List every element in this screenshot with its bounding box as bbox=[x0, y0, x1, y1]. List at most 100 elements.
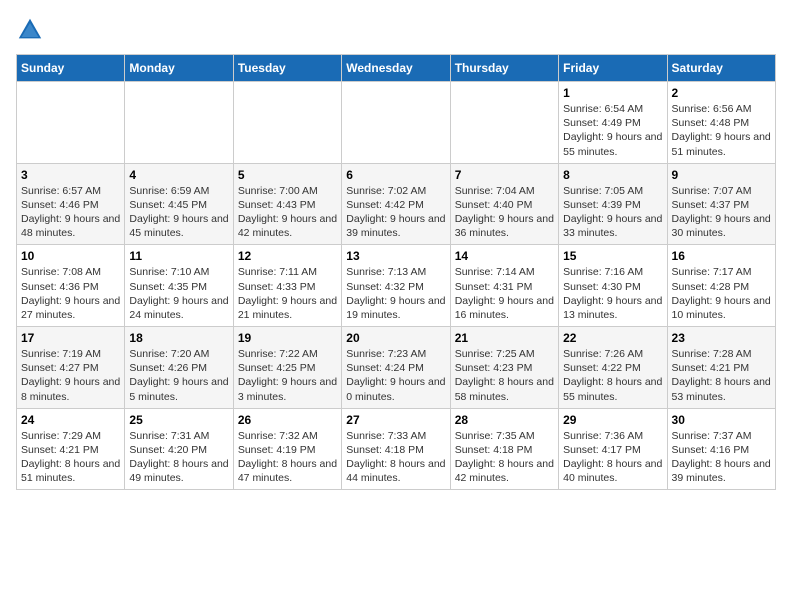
day-info: Sunrise: 7:17 AM Sunset: 4:28 PM Dayligh… bbox=[672, 266, 771, 321]
day-number: 13 bbox=[346, 249, 445, 263]
day-cell: 11 Sunrise: 7:10 AM Sunset: 4:35 PM Dayli… bbox=[125, 245, 233, 327]
day-cell: 10 Sunrise: 7:08 AM Sunset: 4:36 PM Dayli… bbox=[17, 245, 125, 327]
day-cell: 30 Sunrise: 7:37 AM Sunset: 4:16 PM Dayli… bbox=[667, 408, 775, 490]
day-cell: 3 Sunrise: 6:57 AM Sunset: 4:46 PM Daylig… bbox=[17, 163, 125, 245]
day-cell: 15 Sunrise: 7:16 AM Sunset: 4:30 PM Dayli… bbox=[559, 245, 667, 327]
day-info: Sunrise: 6:54 AM Sunset: 4:49 PM Dayligh… bbox=[563, 103, 662, 158]
day-number: 28 bbox=[455, 413, 554, 427]
logo-icon bbox=[16, 16, 44, 44]
day-cell: 20 Sunrise: 7:23 AM Sunset: 4:24 PM Dayli… bbox=[342, 327, 450, 409]
day-info: Sunrise: 7:02 AM Sunset: 4:42 PM Dayligh… bbox=[346, 185, 445, 240]
day-info: Sunrise: 7:14 AM Sunset: 4:31 PM Dayligh… bbox=[455, 266, 554, 321]
weekday-header-row: SundayMondayTuesdayWednesdayThursdayFrid… bbox=[17, 55, 776, 82]
day-number: 11 bbox=[129, 249, 228, 263]
logo bbox=[16, 16, 48, 44]
day-cell: 6 Sunrise: 7:02 AM Sunset: 4:42 PM Daylig… bbox=[342, 163, 450, 245]
day-info: Sunrise: 7:32 AM Sunset: 4:19 PM Dayligh… bbox=[238, 430, 337, 485]
day-number: 24 bbox=[21, 413, 120, 427]
day-number: 25 bbox=[129, 413, 228, 427]
day-number: 18 bbox=[129, 331, 228, 345]
day-cell bbox=[125, 82, 233, 164]
day-cell: 26 Sunrise: 7:32 AM Sunset: 4:19 PM Dayli… bbox=[233, 408, 341, 490]
day-info: Sunrise: 7:19 AM Sunset: 4:27 PM Dayligh… bbox=[21, 348, 120, 403]
day-number: 29 bbox=[563, 413, 662, 427]
day-cell: 19Sunrise: 7:22 AM Sunset: 4:25 PM Dayli… bbox=[233, 327, 341, 409]
day-number: 6 bbox=[346, 168, 445, 182]
day-number: 4 bbox=[129, 168, 228, 182]
day-info: Sunrise: 7:23 AM Sunset: 4:24 PM Dayligh… bbox=[346, 348, 445, 403]
day-cell: 23 Sunrise: 7:28 AM Sunset: 4:21 PM Dayli… bbox=[667, 327, 775, 409]
weekday-header-sunday: Sunday bbox=[17, 55, 125, 82]
day-number: 3 bbox=[21, 168, 120, 182]
day-number: 15 bbox=[563, 249, 662, 263]
day-cell: 12Sunrise: 7:11 AM Sunset: 4:33 PM Dayli… bbox=[233, 245, 341, 327]
day-number: 14 bbox=[455, 249, 554, 263]
day-cell: 5 Sunrise: 7:00 AM Sunset: 4:43 PM Daylig… bbox=[233, 163, 341, 245]
day-number: 7 bbox=[455, 168, 554, 182]
day-info: Sunrise: 7:16 AM Sunset: 4:30 PM Dayligh… bbox=[563, 266, 662, 321]
day-number: 19 bbox=[238, 331, 337, 345]
page-header bbox=[16, 16, 776, 44]
weekday-header-thursday: Thursday bbox=[450, 55, 558, 82]
day-info: Sunrise: 7:31 AM Sunset: 4:20 PM Dayligh… bbox=[129, 430, 228, 485]
day-cell bbox=[450, 82, 558, 164]
day-cell: 22 Sunrise: 7:26 AM Sunset: 4:22 PM Dayli… bbox=[559, 327, 667, 409]
day-number: 9 bbox=[672, 168, 771, 182]
calendar-table: SundayMondayTuesdayWednesdayThursdayFrid… bbox=[16, 54, 776, 490]
day-number: 5 bbox=[238, 168, 337, 182]
day-number: 16 bbox=[672, 249, 771, 263]
day-info: Sunrise: 7:33 AM Sunset: 4:18 PM Dayligh… bbox=[346, 430, 445, 485]
day-info: Sunrise: 7:00 AM Sunset: 4:43 PM Dayligh… bbox=[238, 185, 337, 240]
day-cell: 28 Sunrise: 7:35 AM Sunset: 4:18 PM Dayli… bbox=[450, 408, 558, 490]
day-cell: 25 Sunrise: 7:31 AM Sunset: 4:20 PM Dayli… bbox=[125, 408, 233, 490]
day-number: 26 bbox=[238, 413, 337, 427]
day-number: 21 bbox=[455, 331, 554, 345]
day-info: Sunrise: 7:04 AM Sunset: 4:40 PM Dayligh… bbox=[455, 185, 554, 240]
day-number: 20 bbox=[346, 331, 445, 345]
day-cell: 29 Sunrise: 7:36 AM Sunset: 4:17 PM Dayli… bbox=[559, 408, 667, 490]
week-row-4: 24 Sunrise: 7:29 AM Sunset: 4:21 PM Dayli… bbox=[17, 408, 776, 490]
day-info: Sunrise: 6:59 AM Sunset: 4:45 PM Dayligh… bbox=[129, 185, 228, 240]
day-info: Sunrise: 7:35 AM Sunset: 4:18 PM Dayligh… bbox=[455, 430, 554, 485]
day-info: Sunrise: 7:36 AM Sunset: 4:17 PM Dayligh… bbox=[563, 430, 662, 485]
day-cell: 2 Sunrise: 6:56 AM Sunset: 4:48 PM Daylig… bbox=[667, 82, 775, 164]
day-number: 23 bbox=[672, 331, 771, 345]
day-number: 17 bbox=[21, 331, 120, 345]
day-cell: 16 Sunrise: 7:17 AM Sunset: 4:28 PM Dayli… bbox=[667, 245, 775, 327]
week-row-0: 1Sunrise: 6:54 AM Sunset: 4:49 PM Daylig… bbox=[17, 82, 776, 164]
day-cell: 13Sunrise: 7:13 AM Sunset: 4:32 PM Dayli… bbox=[342, 245, 450, 327]
day-cell: 1Sunrise: 6:54 AM Sunset: 4:49 PM Daylig… bbox=[559, 82, 667, 164]
weekday-header-wednesday: Wednesday bbox=[342, 55, 450, 82]
day-cell: 27 Sunrise: 7:33 AM Sunset: 4:18 PM Dayli… bbox=[342, 408, 450, 490]
day-info: Sunrise: 7:25 AM Sunset: 4:23 PM Dayligh… bbox=[455, 348, 554, 403]
day-cell: 21 Sunrise: 7:25 AM Sunset: 4:23 PM Dayli… bbox=[450, 327, 558, 409]
day-cell: 18 Sunrise: 7:20 AM Sunset: 4:26 PM Dayli… bbox=[125, 327, 233, 409]
day-number: 27 bbox=[346, 413, 445, 427]
day-number: 22 bbox=[563, 331, 662, 345]
day-info: Sunrise: 7:26 AM Sunset: 4:22 PM Dayligh… bbox=[563, 348, 662, 403]
day-info: Sunrise: 7:37 AM Sunset: 4:16 PM Dayligh… bbox=[672, 430, 771, 485]
day-cell: 17 Sunrise: 7:19 AM Sunset: 4:27 PM Dayli… bbox=[17, 327, 125, 409]
day-cell: 14 Sunrise: 7:14 AM Sunset: 4:31 PM Dayli… bbox=[450, 245, 558, 327]
day-cell: 8Sunrise: 7:05 AM Sunset: 4:39 PM Daylig… bbox=[559, 163, 667, 245]
weekday-header-monday: Monday bbox=[125, 55, 233, 82]
day-info: Sunrise: 6:57 AM Sunset: 4:46 PM Dayligh… bbox=[21, 185, 120, 240]
week-row-1: 3 Sunrise: 6:57 AM Sunset: 4:46 PM Daylig… bbox=[17, 163, 776, 245]
day-info: Sunrise: 7:10 AM Sunset: 4:35 PM Dayligh… bbox=[129, 266, 228, 321]
day-info: Sunrise: 7:08 AM Sunset: 4:36 PM Dayligh… bbox=[21, 266, 120, 321]
day-info: Sunrise: 6:56 AM Sunset: 4:48 PM Dayligh… bbox=[672, 103, 771, 158]
weekday-header-friday: Friday bbox=[559, 55, 667, 82]
day-info: Sunrise: 7:05 AM Sunset: 4:39 PM Dayligh… bbox=[563, 185, 662, 240]
day-number: 2 bbox=[672, 86, 771, 100]
day-cell: 24 Sunrise: 7:29 AM Sunset: 4:21 PM Dayli… bbox=[17, 408, 125, 490]
day-cell bbox=[17, 82, 125, 164]
day-cell: 4 Sunrise: 6:59 AM Sunset: 4:45 PM Daylig… bbox=[125, 163, 233, 245]
day-info: Sunrise: 7:29 AM Sunset: 4:21 PM Dayligh… bbox=[21, 430, 120, 485]
day-cell bbox=[233, 82, 341, 164]
day-info: Sunrise: 7:20 AM Sunset: 4:26 PM Dayligh… bbox=[129, 348, 228, 403]
day-number: 10 bbox=[21, 249, 120, 263]
day-info: Sunrise: 7:28 AM Sunset: 4:21 PM Dayligh… bbox=[672, 348, 771, 403]
weekday-header-tuesday: Tuesday bbox=[233, 55, 341, 82]
day-number: 30 bbox=[672, 413, 771, 427]
week-row-2: 10 Sunrise: 7:08 AM Sunset: 4:36 PM Dayli… bbox=[17, 245, 776, 327]
